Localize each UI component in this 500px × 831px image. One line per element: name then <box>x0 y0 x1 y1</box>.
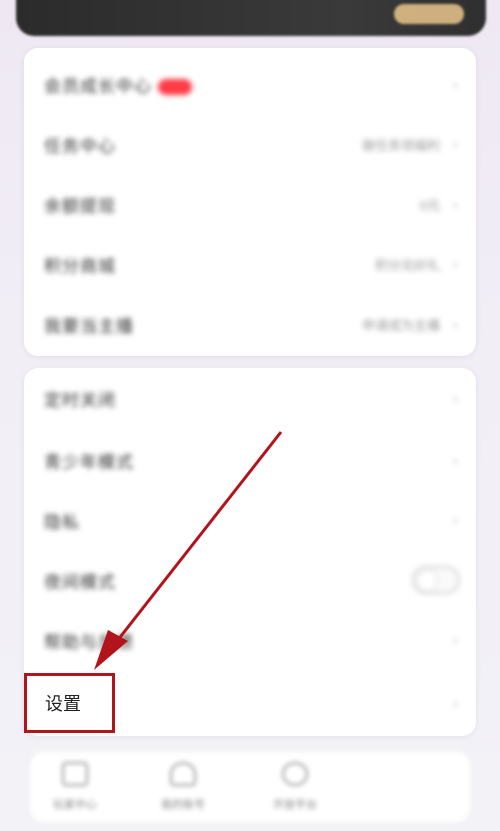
nav-item-label: 开放平台 <box>273 799 317 811</box>
grid-icon <box>62 762 88 786</box>
nav-item-my-account[interactable]: 我的账号 <box>138 762 228 812</box>
annotation-arrow <box>94 431 283 670</box>
person-icon <box>170 762 196 786</box>
nav-item-label: 我的账号 <box>161 799 205 811</box>
nav-item-label: 玩家中心 <box>53 799 97 811</box>
gear-icon <box>282 762 308 786</box>
nav-item-open-platform[interactable]: 开放平台 <box>250 762 340 812</box>
bottom-tools-bar: 玩家中心 我的账号 开放平台 <box>30 752 470 822</box>
nav-item-player-center[interactable]: 玩家中心 <box>30 762 120 812</box>
